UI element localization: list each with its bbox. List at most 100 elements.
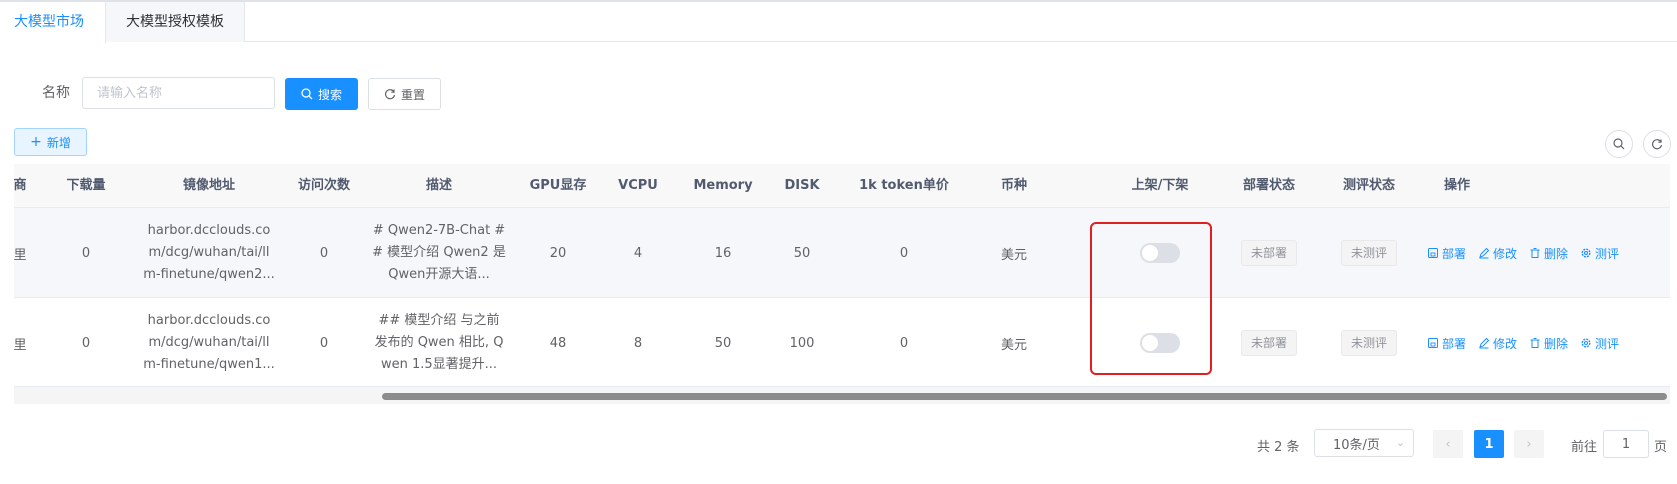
deploy-status-badge: 未部署 [1240,330,1297,356]
delete-action[interactable]: 删除 [1529,335,1568,352]
header-downloads: 下载量 [66,178,106,193]
header-deploy-status: 部署状态 [1242,178,1295,193]
tab-bar: 大模型市场 大模型授权模板 [0,2,1677,43]
deploy-icon [1428,248,1438,258]
model-table: 商 下载量 镜像地址 访问次数 描述 GPU显存 VCPU Memory DIS… [14,164,1670,404]
deploy-status-badge: 未部署 [1240,240,1297,266]
table-row: 里 0 harbor.dcclouds.co m/dcg/wuhan/tai/l… [14,298,1670,388]
refresh-icon [1651,139,1663,150]
cell-visits: 0 [319,335,329,351]
cell-vendor: 里 [14,247,27,263]
name-filter-label: 名称 [42,85,70,101]
delete-action-label: 删除 [1544,246,1569,261]
goto-unit-label: 页 [1654,440,1668,455]
gear-icon [1581,338,1591,348]
plus-icon: + [30,134,42,150]
scrollbar-thumb[interactable] [382,393,1667,400]
header-description: 描述 [425,178,452,193]
header-vendor: 商 [14,178,27,193]
refresh-table-button[interactable] [1643,130,1671,158]
edit-icon [1479,337,1490,349]
eval-status-badge: 未测评 [1340,240,1397,266]
deploy-action-label: 部署 [1442,246,1467,261]
tab-license-template[interactable]: 大模型授权模板 [106,2,245,42]
cell-gpu-memory: 48 [549,335,567,351]
delete-action-label: 删除 [1544,336,1569,351]
cell-currency: 美元 [1000,247,1027,263]
search-button[interactable]: 搜索 [285,78,358,110]
listing-toggle-highlight [1090,222,1212,375]
cell-token-price: 0 [899,245,909,261]
cell-memory: 50 [714,335,732,351]
header-visits: 访问次数 [297,178,350,193]
chevron-left-icon: ‹ [1445,436,1451,452]
horizontal-scrollbar[interactable] [14,386,1670,404]
evaluate-action-label: 测评 [1595,246,1620,261]
header-token-price: 1k token单价 [859,178,949,193]
edit-action-label: 修改 [1493,246,1518,261]
eval-status-badge: 未测评 [1340,330,1397,356]
cell-description: ## 模型介绍 与之前 发布的 Qwen 相比, Qwen 1.5显著提升... [374,313,504,372]
pagination-total: 共 2 条 [1257,440,1300,455]
header-actions: 操作 [1443,178,1470,193]
deploy-action[interactable]: 部署 [1427,245,1466,262]
header-disk: DISK [784,178,820,193]
reset-button-label: 重置 [400,87,425,102]
delete-icon [1530,248,1540,258]
evaluate-action[interactable]: 测评 [1580,245,1619,262]
header-currency: 币种 [1000,178,1027,193]
page-size-select[interactable]: 10条/页 ⌄ [1314,429,1414,457]
page-number-button[interactable]: 1 [1474,430,1504,458]
header-image-url: 镜像地址 [182,178,235,193]
add-button-label: 新增 [46,135,71,150]
header-gpu-memory: GPU显存 [529,178,587,193]
delete-action[interactable]: 删除 [1529,245,1568,262]
cell-image-url: harbor.dcclouds.co m/dcg/wuhan/tai/ll m-… [143,313,275,372]
name-input[interactable] [82,77,275,109]
search-button-label: 搜索 [317,87,342,102]
gear-icon [1581,248,1591,258]
cell-visits: 0 [319,245,329,261]
table-row: 里 0 harbor.dcclouds.co m/dcg/wuhan/tai/l… [14,208,1670,298]
search-icon [301,88,313,100]
edit-icon [1479,247,1490,259]
cell-downloads: 0 [81,335,91,351]
goto-page-input[interactable] [1603,430,1649,458]
edit-action[interactable]: 修改 [1478,335,1517,352]
cell-memory: 16 [714,245,732,261]
cell-downloads: 0 [81,245,91,261]
cell-disk: 50 [793,245,811,261]
cell-description: # Qwen2-7B-Chat ## 模型介绍 Qwen2 是Qwen开源大语.… [372,223,506,282]
cell-vcpu: 8 [633,335,643,351]
cell-token-price: 0 [899,335,909,351]
chevron-down-icon: ⌄ [1395,436,1405,449]
header-eval-status: 测评状态 [1342,178,1395,193]
cell-vendor: 里 [14,337,27,353]
toggle-search-button[interactable] [1605,130,1633,158]
chevron-right-icon: › [1526,436,1532,452]
evaluate-action-label: 测评 [1595,336,1620,351]
prev-page-button[interactable]: ‹ [1433,430,1463,458]
cell-disk: 100 [789,335,815,351]
reset-button[interactable]: 重置 [368,78,441,110]
page-size-value: 10条/页 [1333,437,1380,453]
header-vcpu: VCPU [618,178,658,193]
evaluate-action[interactable]: 测评 [1580,335,1619,352]
table-header: 商 下载量 镜像地址 访问次数 描述 GPU显存 VCPU Memory DIS… [14,164,1670,208]
search-icon [1613,138,1625,150]
cell-gpu-memory: 20 [549,245,567,261]
header-listing: 上架/下架 [1131,178,1189,193]
cell-image-url: harbor.dcclouds.co m/dcg/wuhan/tai/ll m-… [143,223,275,282]
edit-action-label: 修改 [1493,336,1518,351]
deploy-action-label: 部署 [1442,336,1467,351]
refresh-icon [384,89,396,100]
edit-action[interactable]: 修改 [1478,245,1517,262]
add-button[interactable]: + 新增 [14,128,87,156]
delete-icon [1530,338,1540,348]
next-page-button[interactable]: › [1514,430,1544,458]
cell-vcpu: 4 [633,245,643,261]
deploy-action[interactable]: 部署 [1427,335,1466,352]
cell-currency: 美元 [1000,337,1027,353]
deploy-icon [1428,338,1438,348]
tab-model-market[interactable]: 大模型市场 [0,2,106,43]
